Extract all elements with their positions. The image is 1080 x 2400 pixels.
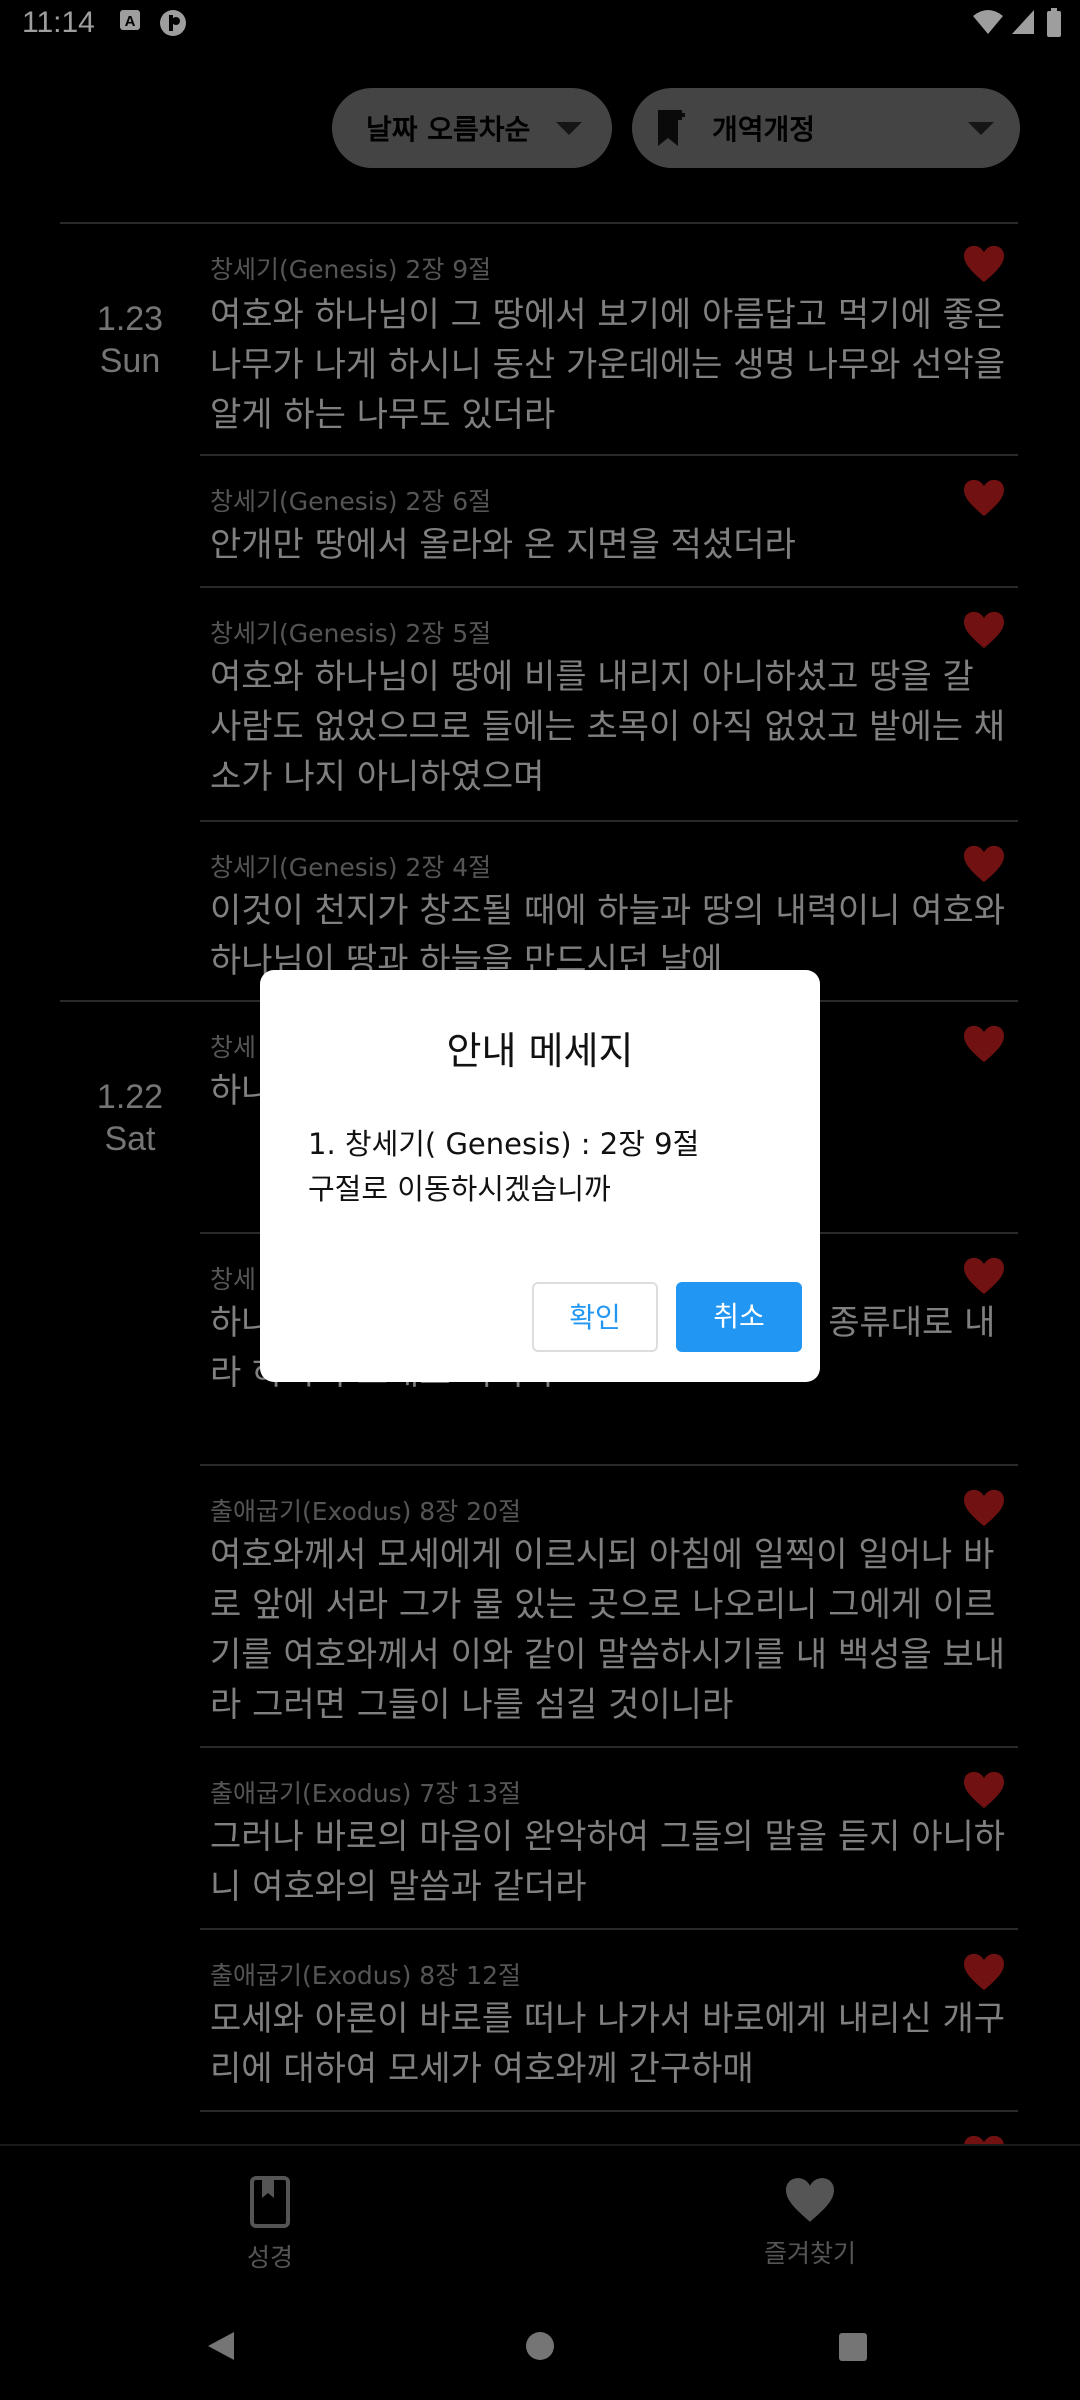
dialog-message-line: 1. 창세기( Genesis) : 2장 9절 [308,1127,700,1161]
dialog-message: 1. 창세기( Genesis) : 2장 9절 구절로 이동하시겠습니까 [308,1122,778,1212]
dialog-title: 안내 메세지 [446,1029,634,1073]
cancel-button[interactable]: 취소 [676,1282,802,1352]
confirm-dialog: 안내 메세지 1. 창세기( Genesis) : 2장 9절 구절로 이동하시… [260,970,820,1382]
dialog-message-line: 구절로 이동하시겠습니까 [308,1172,611,1206]
confirm-button[interactable]: 확인 [532,1282,658,1352]
